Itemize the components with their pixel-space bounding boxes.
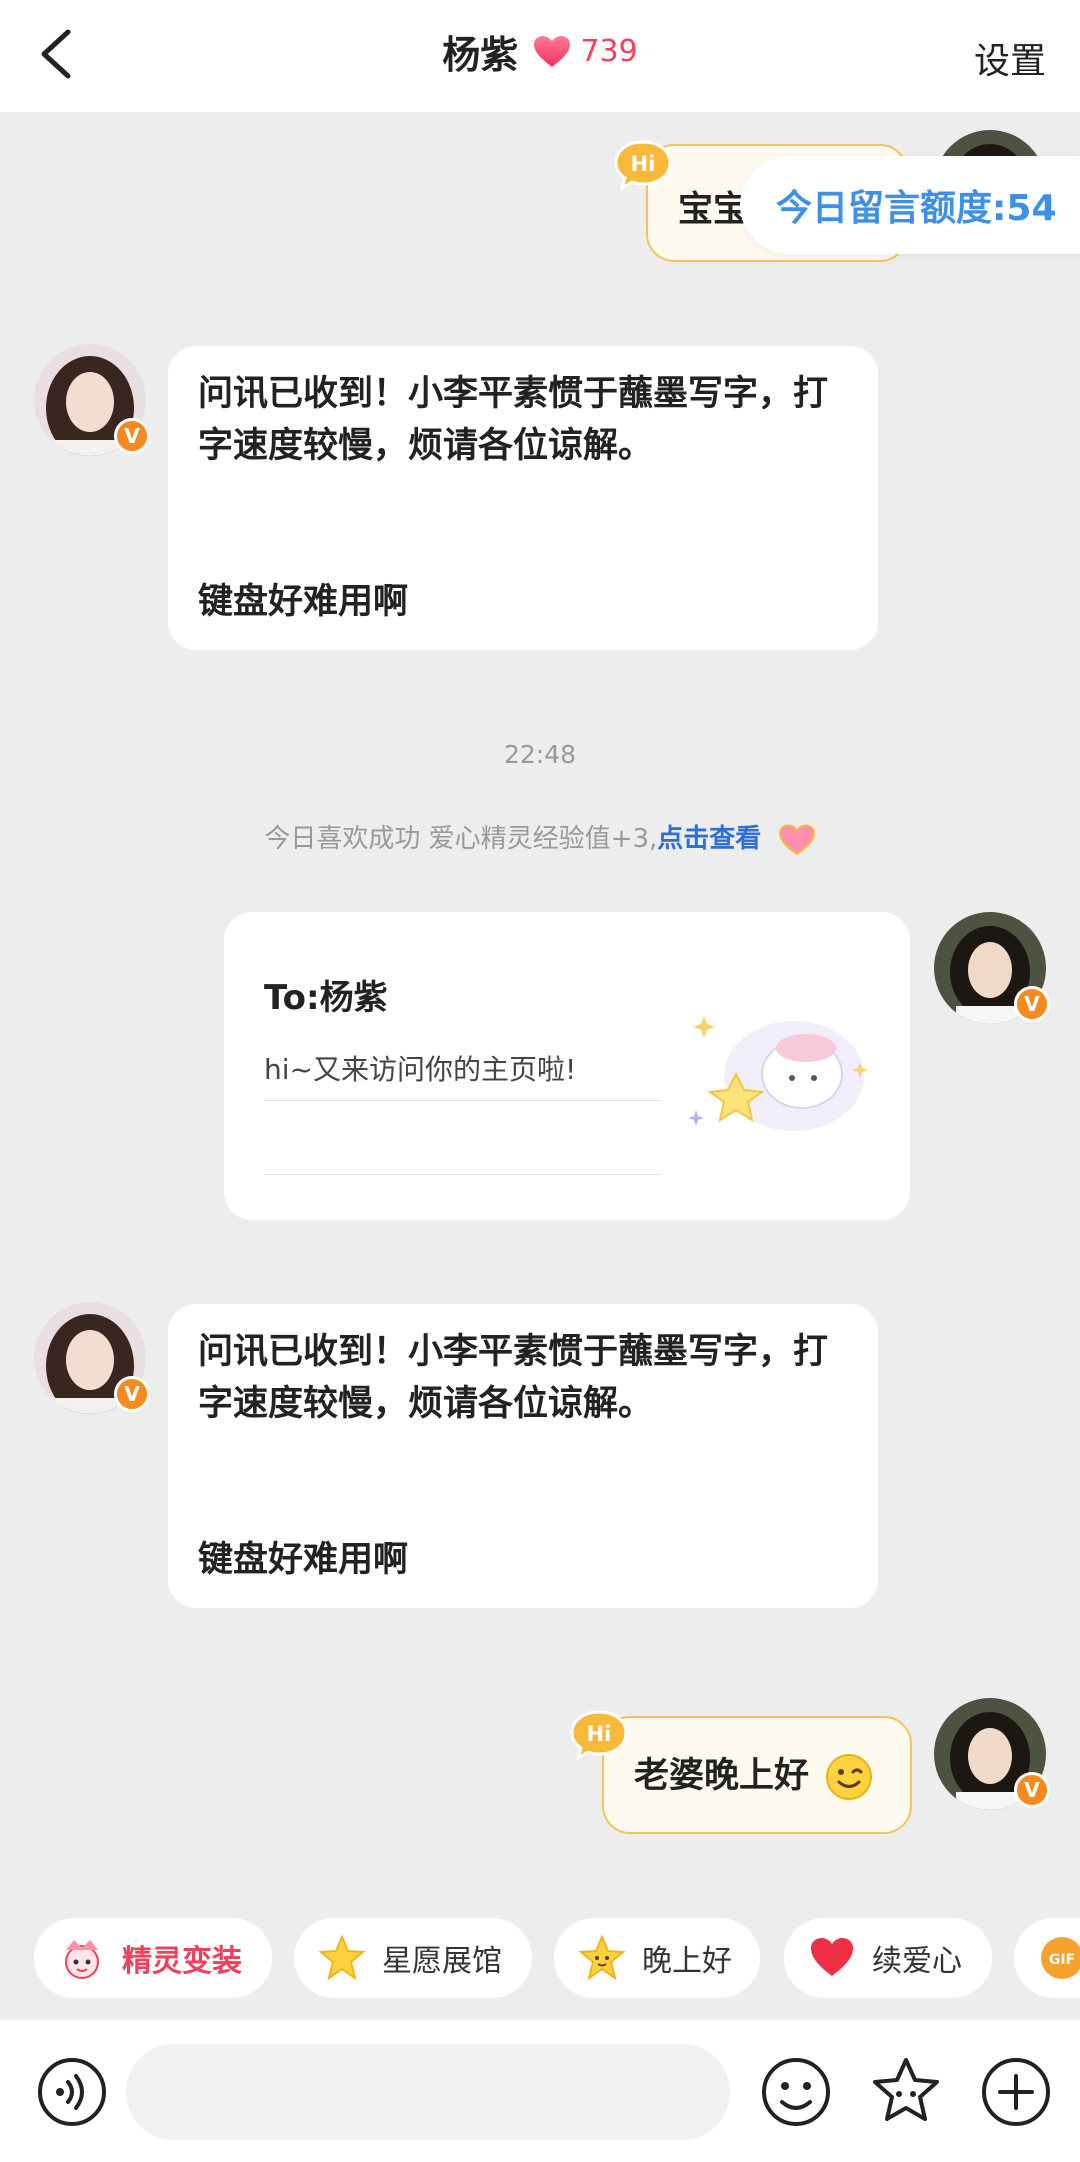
my-avatar[interactable]: V [934, 912, 1050, 1024]
gif-icon: GIF [1041, 1937, 1080, 1979]
message-line: 键盘好难用啊 [198, 1540, 409, 1580]
message-line: 字速度较慢，烦请各位谅解。 [198, 426, 654, 466]
verified-badge-icon: V [114, 418, 150, 454]
sprite-icon [65, 1940, 99, 1979]
chip-label: 精灵变装 [122, 1944, 242, 1979]
chip-gif[interactable]: GIF [1014, 1918, 1080, 1998]
verified-badge-icon: V [1014, 986, 1050, 1022]
message-line: 问讯已收到！小李平素惯于蘸墨写字，打 [198, 1332, 829, 1372]
message-bubble[interactable]: 问讯已收到！小李平素惯于蘸墨写字，打 字速度较慢，烦请各位谅解。 键盘好难用啊 [168, 1304, 878, 1608]
message-input[interactable] [126, 2044, 730, 2140]
chip-label: 续爱心 [872, 1944, 962, 1979]
greeting-text-wrap: 老婆晚上好 [634, 1750, 873, 1802]
hi-badge-icon: Hi [614, 140, 672, 190]
card-recipient: To:杨紫 [264, 978, 388, 1018]
star-icon [318, 1934, 366, 1981]
chip-sprite-dressup[interactable]: 精灵变装 [34, 1918, 272, 1998]
greeting-text: 宝宝 [678, 190, 749, 230]
system-notice: 今日喜欢成功 爱心精灵经验值+3,点击查看 [0, 818, 1080, 856]
svg-text:Hi: Hi [631, 152, 656, 176]
system-notice-text: 今日喜欢成功 爱心精灵经验值+3, [264, 824, 658, 854]
verified-badge-icon: V [1014, 1772, 1050, 1808]
greeting-bubble[interactable]: 老婆晚上好 [602, 1716, 912, 1834]
hi-badge-icon: Hi [570, 1710, 628, 1760]
verified-badge-icon: V [114, 1376, 150, 1412]
chip-renew-heart[interactable]: 续爱心 [784, 1918, 992, 1998]
voice-icon[interactable] [30, 2050, 114, 2134]
heart-sprite-icon [778, 823, 815, 855]
message-line: 字速度较慢，烦请各位谅解。 [198, 1384, 654, 1424]
plus-icon[interactable] [974, 2050, 1058, 2134]
message-quota-badge: 今日留言额度:54 [740, 156, 1080, 254]
message-bubble[interactable]: 问讯已收到！小李平素惯于蘸墨写字，打 字速度较慢，烦请各位谅解。 键盘好难用啊 [168, 346, 878, 650]
star-face-icon [578, 1934, 626, 1981]
heart-icon [811, 1938, 853, 1976]
chip-good-evening[interactable]: 晚上好 [554, 1918, 760, 1998]
my-avatar[interactable]: V [934, 1698, 1050, 1810]
visit-card[interactable]: To:杨紫 hi~又来访问你的主页啦! [224, 912, 910, 1220]
svg-text:Hi: Hi [587, 1722, 612, 1746]
bunny-sticker-icon [688, 1016, 868, 1131]
wink-emoji-icon [826, 1754, 873, 1800]
page-title[interactable]: 杨紫 [442, 33, 518, 77]
greeting-text: 老婆晚上好 [634, 1756, 810, 1796]
card-divider [264, 1174, 660, 1175]
input-bar [0, 2020, 1080, 2162]
timestamp: 22:48 [503, 740, 577, 769]
card-divider [264, 1100, 660, 1101]
star-sticker-icon[interactable] [864, 2050, 948, 2134]
chip-label: 星愿展馆 [382, 1944, 502, 1979]
message-line: 键盘好难用啊 [198, 582, 409, 622]
view-details-link[interactable]: 点击查看 [657, 824, 761, 854]
title-group: 杨紫 739 [0, 24, 1080, 79]
card-message: hi~又来访问你的主页啦! [264, 1053, 577, 1086]
contact-avatar[interactable]: V [34, 1302, 150, 1414]
intimacy-count: 739 [580, 34, 638, 69]
contact-avatar[interactable]: V [34, 344, 150, 456]
gif-label: GIF [1049, 1952, 1075, 1968]
settings-button[interactable]: 设置 [974, 32, 1046, 84]
heart-icon [534, 35, 571, 67]
message-quota-label: 今日留言额度:54 [776, 188, 1057, 229]
top-bar: 杨紫 739 设置 [0, 0, 1080, 112]
emoji-icon[interactable] [754, 2050, 838, 2134]
chip-label: 晚上好 [642, 1944, 732, 1979]
chip-star-gallery[interactable]: 星愿展馆 [294, 1918, 532, 1998]
message-line: 问讯已收到！小李平素惯于蘸墨写字，打 [198, 374, 829, 414]
